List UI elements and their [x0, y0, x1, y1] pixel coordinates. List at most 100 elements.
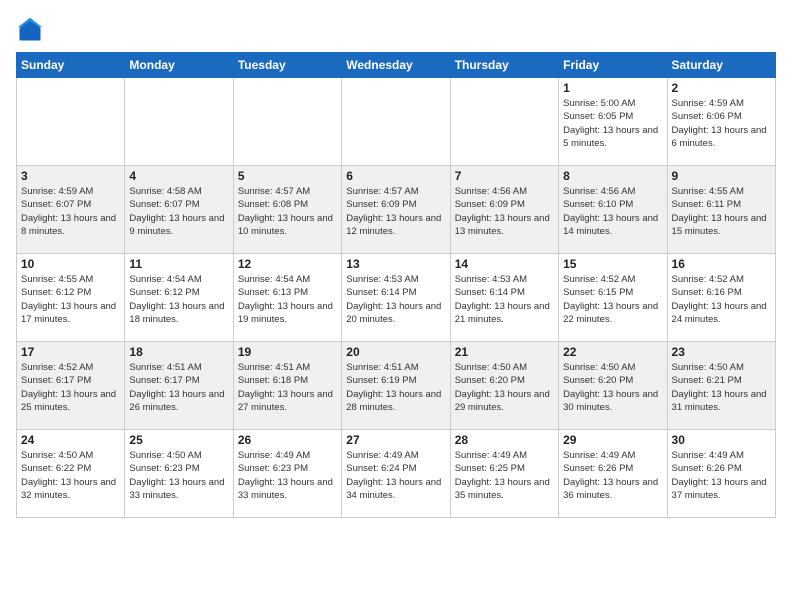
day-number: 8: [563, 169, 662, 183]
column-header-sunday: Sunday: [17, 53, 125, 78]
calendar-cell: 5 Sunrise: 4:57 AMSunset: 6:08 PMDaylight…: [233, 166, 341, 254]
day-detail: Sunrise: 4:57 AMSunset: 6:08 PMDaylight:…: [238, 185, 337, 238]
calendar-week-row: 24 Sunrise: 4:50 AMSunset: 6:22 PMDayligh…: [17, 430, 776, 518]
day-number: 5: [238, 169, 337, 183]
calendar-header-row: SundayMondayTuesdayWednesdayThursdayFrid…: [17, 53, 776, 78]
day-number: 11: [129, 257, 228, 271]
day-number: 15: [563, 257, 662, 271]
calendar-week-row: 17 Sunrise: 4:52 AMSunset: 6:17 PMDayligh…: [17, 342, 776, 430]
day-detail: Sunrise: 4:51 AMSunset: 6:17 PMDaylight:…: [129, 361, 228, 414]
day-number: 20: [346, 345, 445, 359]
calendar-cell: 14Sunrise: 4:53 AMSunset: 6:14 PMDayligh…: [450, 254, 558, 342]
day-detail: Sunrise: 4:55 AMSunset: 6:12 PMDaylight:…: [21, 273, 120, 326]
day-detail: Sunrise: 4:52 AMSunset: 6:15 PMDaylight:…: [563, 273, 662, 326]
day-number: 16: [672, 257, 771, 271]
column-header-tuesday: Tuesday: [233, 53, 341, 78]
day-detail: Sunrise: 4:50 AMSunset: 6:21 PMDaylight:…: [672, 361, 771, 414]
day-number: 7: [455, 169, 554, 183]
day-detail: Sunrise: 4:50 AMSunset: 6:20 PMDaylight:…: [563, 361, 662, 414]
day-detail: Sunrise: 4:49 AMSunset: 6:24 PMDaylight:…: [346, 449, 445, 502]
day-detail: Sunrise: 4:59 AMSunset: 6:06 PMDaylight:…: [672, 97, 771, 150]
day-detail: Sunrise: 4:54 AMSunset: 6:12 PMDaylight:…: [129, 273, 228, 326]
calendar-week-row: 3 Sunrise: 4:59 AMSunset: 6:07 PMDaylight…: [17, 166, 776, 254]
column-header-thursday: Thursday: [450, 53, 558, 78]
day-number: 23: [672, 345, 771, 359]
column-header-saturday: Saturday: [667, 53, 775, 78]
day-number: 12: [238, 257, 337, 271]
day-detail: Sunrise: 4:49 AMSunset: 6:23 PMDaylight:…: [238, 449, 337, 502]
calendar-cell: 16Sunrise: 4:52 AMSunset: 6:16 PMDayligh…: [667, 254, 775, 342]
calendar-cell: [17, 78, 125, 166]
calendar-cell: 28 Sunrise: 4:49 AMSunset: 6:25 PMDayligh…: [450, 430, 558, 518]
day-detail: Sunrise: 4:50 AMSunset: 6:23 PMDaylight:…: [129, 449, 228, 502]
day-number: 6: [346, 169, 445, 183]
column-header-friday: Friday: [559, 53, 667, 78]
calendar-cell: [342, 78, 450, 166]
calendar-cell: 25 Sunrise: 4:50 AMSunset: 6:23 PMDayligh…: [125, 430, 233, 518]
calendar-cell: 23 Sunrise: 4:50 AMSunset: 6:21 PMDayligh…: [667, 342, 775, 430]
calendar-cell: 11 Sunrise: 4:54 AMSunset: 6:12 PMDayligh…: [125, 254, 233, 342]
day-number: 18: [129, 345, 228, 359]
calendar-table: SundayMondayTuesdayWednesdayThursdayFrid…: [16, 52, 776, 518]
day-detail: Sunrise: 4:56 AMSunset: 6:09 PMDaylight:…: [455, 185, 554, 238]
calendar-cell: 12 Sunrise: 4:54 AMSunset: 6:13 PMDayligh…: [233, 254, 341, 342]
day-number: 21: [455, 345, 554, 359]
day-number: 19: [238, 345, 337, 359]
calendar-cell: 10 Sunrise: 4:55 AMSunset: 6:12 PMDayligh…: [17, 254, 125, 342]
day-number: 17: [21, 345, 120, 359]
day-detail: Sunrise: 4:51 AMSunset: 6:18 PMDaylight:…: [238, 361, 337, 414]
day-number: 30: [672, 433, 771, 447]
day-detail: Sunrise: 4:49 AMSunset: 6:25 PMDaylight:…: [455, 449, 554, 502]
day-detail: Sunrise: 4:53 AMSunset: 6:14 PMDaylight:…: [346, 273, 445, 326]
calendar-cell: 18 Sunrise: 4:51 AMSunset: 6:17 PMDayligh…: [125, 342, 233, 430]
calendar-cell: 20Sunrise: 4:51 AMSunset: 6:19 PMDayligh…: [342, 342, 450, 430]
day-detail: Sunrise: 4:52 AMSunset: 6:17 PMDaylight:…: [21, 361, 120, 414]
day-detail: Sunrise: 4:58 AMSunset: 6:07 PMDaylight:…: [129, 185, 228, 238]
day-detail: Sunrise: 4:49 AMSunset: 6:26 PMDaylight:…: [563, 449, 662, 502]
day-detail: Sunrise: 4:56 AMSunset: 6:10 PMDaylight:…: [563, 185, 662, 238]
calendar-cell: 15 Sunrise: 4:52 AMSunset: 6:15 PMDayligh…: [559, 254, 667, 342]
column-header-monday: Monday: [125, 53, 233, 78]
calendar-cell: 29 Sunrise: 4:49 AMSunset: 6:26 PMDayligh…: [559, 430, 667, 518]
calendar-week-row: 10 Sunrise: 4:55 AMSunset: 6:12 PMDayligh…: [17, 254, 776, 342]
calendar-week-row: 1 Sunrise: 5:00 AMSunset: 6:05 PMDaylight…: [17, 78, 776, 166]
day-detail: Sunrise: 4:50 AMSunset: 6:22 PMDaylight:…: [21, 449, 120, 502]
day-number: 29: [563, 433, 662, 447]
calendar-cell: 4 Sunrise: 4:58 AMSunset: 6:07 PMDaylight…: [125, 166, 233, 254]
calendar-cell: [233, 78, 341, 166]
calendar-cell: 1 Sunrise: 5:00 AMSunset: 6:05 PMDaylight…: [559, 78, 667, 166]
day-number: 13: [346, 257, 445, 271]
day-number: 1: [563, 81, 662, 95]
day-number: 24: [21, 433, 120, 447]
day-number: 2: [672, 81, 771, 95]
calendar-cell: 21 Sunrise: 4:50 AMSunset: 6:20 PMDayligh…: [450, 342, 558, 430]
page-header: [16, 16, 776, 44]
calendar-cell: [125, 78, 233, 166]
day-number: 22: [563, 345, 662, 359]
day-detail: Sunrise: 4:59 AMSunset: 6:07 PMDaylight:…: [21, 185, 120, 238]
day-number: 27: [346, 433, 445, 447]
calendar-cell: 22 Sunrise: 4:50 AMSunset: 6:20 PMDayligh…: [559, 342, 667, 430]
day-number: 10: [21, 257, 120, 271]
calendar-cell: [450, 78, 558, 166]
calendar-cell: 13 Sunrise: 4:53 AMSunset: 6:14 PMDayligh…: [342, 254, 450, 342]
calendar-cell: 19 Sunrise: 4:51 AMSunset: 6:18 PMDayligh…: [233, 342, 341, 430]
day-detail: Sunrise: 4:49 AMSunset: 6:26 PMDaylight:…: [672, 449, 771, 502]
day-number: 9: [672, 169, 771, 183]
day-detail: Sunrise: 4:50 AMSunset: 6:20 PMDaylight:…: [455, 361, 554, 414]
day-number: 4: [129, 169, 228, 183]
calendar-cell: 30 Sunrise: 4:49 AMSunset: 6:26 PMDayligh…: [667, 430, 775, 518]
day-number: 28: [455, 433, 554, 447]
column-header-wednesday: Wednesday: [342, 53, 450, 78]
calendar-cell: 24 Sunrise: 4:50 AMSunset: 6:22 PMDayligh…: [17, 430, 125, 518]
logo: [16, 16, 48, 44]
day-detail: Sunrise: 4:57 AMSunset: 6:09 PMDaylight:…: [346, 185, 445, 238]
calendar-cell: 17 Sunrise: 4:52 AMSunset: 6:17 PMDayligh…: [17, 342, 125, 430]
day-detail: Sunrise: 5:00 AMSunset: 6:05 PMDaylight:…: [563, 97, 662, 150]
calendar-cell: 8 Sunrise: 4:56 AMSunset: 6:10 PMDaylight…: [559, 166, 667, 254]
calendar-cell: 27 Sunrise: 4:49 AMSunset: 6:24 PMDayligh…: [342, 430, 450, 518]
day-detail: Sunrise: 4:54 AMSunset: 6:13 PMDaylight:…: [238, 273, 337, 326]
day-detail: Sunrise: 4:55 AMSunset: 6:11 PMDaylight:…: [672, 185, 771, 238]
day-number: 25: [129, 433, 228, 447]
day-number: 3: [21, 169, 120, 183]
